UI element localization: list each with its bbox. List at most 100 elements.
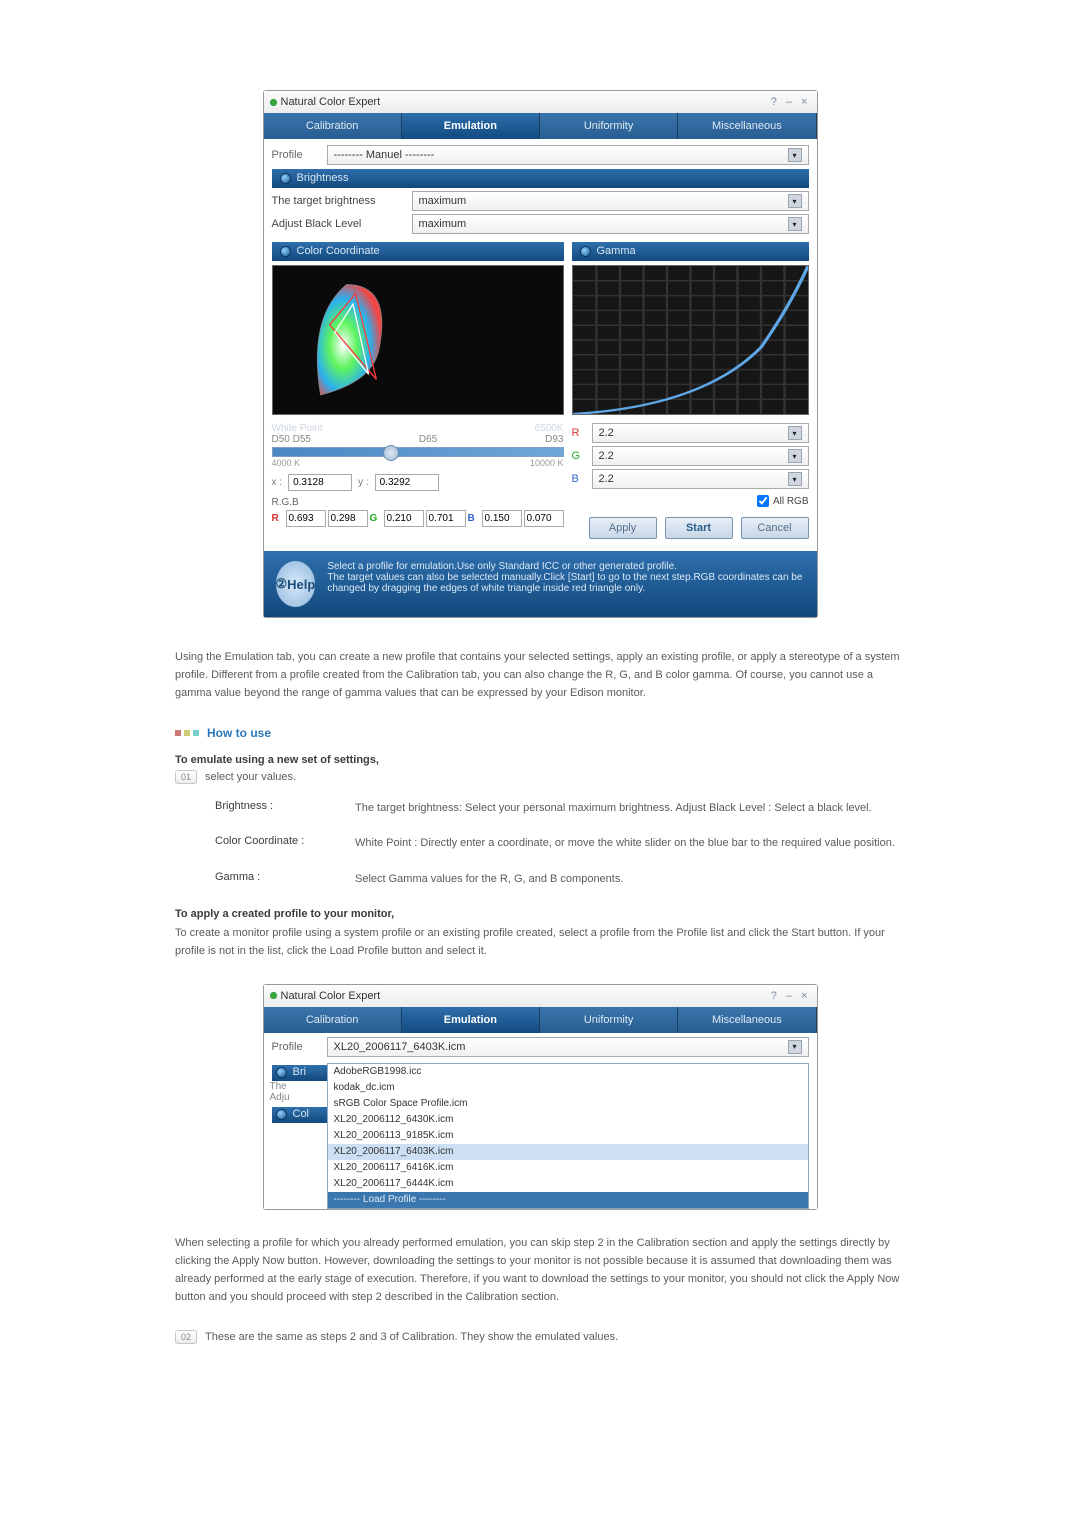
ghost-the: The <box>270 1081 327 1092</box>
b-letter: B <box>468 513 480 524</box>
gamma-b-label: B <box>572 473 586 485</box>
color-coord-header: Color Coordinate <box>297 242 380 261</box>
dd-item-load-profile[interactable]: -------- Load Profile -------- <box>328 1192 808 1208</box>
nce-window-profile-dropdown: Natural Color Expert ? – × Calibration E… <box>263 984 818 1210</box>
r-letter: R <box>272 513 284 524</box>
r-x[interactable] <box>286 510 326 527</box>
r-y[interactable] <box>328 510 368 527</box>
tab-miscellaneous[interactable]: Miscellaneous <box>678 1007 816 1033</box>
slider-thumb[interactable] <box>383 445 399 461</box>
def-desc-color: White Point : Directly enter a coordinat… <box>355 835 905 852</box>
main-tabs: Calibration Emulation Uniformity Miscell… <box>264 1007 817 1033</box>
gamma-g-label: G <box>572 450 586 462</box>
profile-select[interactable]: XL20_2006117_6403K.icm ▾ <box>327 1037 809 1057</box>
white-point-slider[interactable] <box>272 447 564 457</box>
scale-d50-d55: D50 D55 <box>272 434 311 445</box>
chevron-down-icon: ▾ <box>788 449 802 463</box>
gamma-g-select[interactable]: 2.2 ▾ <box>592 446 809 466</box>
section-color-coordinate: Color Coordinate <box>272 242 564 261</box>
chevron-down-icon: ▾ <box>788 472 802 486</box>
gamma-g-value: 2.2 <box>599 450 614 462</box>
section-color-ghost: Col <box>272 1107 327 1123</box>
dd-item[interactable]: kodak_dc.icm <box>328 1080 808 1096</box>
gamma-b-value: 2.2 <box>599 473 614 485</box>
chevron-down-icon: ▾ <box>788 217 802 231</box>
main-tabs: Calibration Emulation Uniformity Miscell… <box>264 113 817 139</box>
def-desc-brightness: The target brightness: Select your perso… <box>355 800 905 817</box>
section-gamma: Gamma <box>572 242 809 261</box>
ghost-col: Col <box>293 1105 310 1124</box>
g-y[interactable] <box>426 510 466 527</box>
section-brightness: Brightness <box>272 169 809 188</box>
ghost-adj: Adju <box>270 1092 327 1103</box>
x-input[interactable] <box>288 474 352 491</box>
gamma-r-label: R <box>572 427 586 439</box>
window-titlebar: Natural Color Expert ? – × <box>264 985 817 1007</box>
nce-window-emulation: Natural Color Expert ? – × Calibration E… <box>263 90 818 618</box>
all-rgb-checkbox[interactable] <box>757 495 769 507</box>
dd-item[interactable]: XL20_2006113_9185K.icm <box>328 1128 808 1144</box>
tab-uniformity[interactable]: Uniformity <box>540 1007 678 1033</box>
step-badge-02: 02 <box>175 1330 197 1344</box>
b-x[interactable] <box>482 510 522 527</box>
section-brightness-ghost: Bri <box>272 1065 327 1081</box>
profile-value: XL20_2006117_6403K.icm <box>334 1041 466 1053</box>
g-x[interactable] <box>384 510 424 527</box>
gamma-b-select[interactable]: 2.2 ▾ <box>592 469 809 489</box>
black-level-select[interactable]: maximum ▾ <box>412 214 809 234</box>
white-point-label: White Point <box>272 423 323 434</box>
y-input[interactable] <box>375 474 439 491</box>
dd-item[interactable]: sRGB Color Space Profile.icm <box>328 1096 808 1112</box>
dd-item[interactable]: AdobeRGB1998.icc <box>328 1064 808 1080</box>
tab-emulation[interactable]: Emulation <box>402 1007 540 1033</box>
window-controls[interactable]: ? – × <box>771 990 811 1002</box>
dd-item[interactable]: XL20_2006117_6444K.icm <box>328 1176 808 1192</box>
tab-emulation[interactable]: Emulation <box>402 113 540 139</box>
profile-dropdown-list[interactable]: AdobeRGB1998.icc kodak_dc.icm sRGB Color… <box>327 1063 809 1209</box>
cancel-button[interactable]: Cancel <box>741 517 809 539</box>
profile-value: -------- Manuel -------- <box>334 149 435 161</box>
apply-profile-paragraph: To create a monitor profile using a syst… <box>175 924 905 960</box>
tab-miscellaneous[interactable]: Miscellaneous <box>678 113 816 139</box>
def-desc-gamma: Select Gamma values for the R, G, and B … <box>355 871 905 888</box>
step-badge-01: 01 <box>175 770 197 784</box>
bullet-icon <box>280 173 291 184</box>
y-label: y : <box>358 477 369 488</box>
window-controls[interactable]: ? – × <box>771 96 811 108</box>
start-button[interactable]: Start <box>665 517 733 539</box>
apply-profile-heading: To apply a created profile to your monit… <box>175 908 905 920</box>
rgb-section-label: R.G.B <box>272 497 564 508</box>
emulate-new-heading: To emulate using a new set of settings, <box>175 754 905 766</box>
tab-uniformity[interactable]: Uniformity <box>540 113 678 139</box>
chevron-down-icon: ▾ <box>788 148 802 162</box>
tab-calibration[interactable]: Calibration <box>264 1007 402 1033</box>
dd-item[interactable]: XL20_2006117_6416K.icm <box>328 1160 808 1176</box>
gamma-r-select[interactable]: 2.2▾ <box>592 423 809 443</box>
apply-button[interactable]: Apply <box>589 517 657 539</box>
help-text: Select a profile for emulation.Use only … <box>327 561 804 594</box>
profile-label: Profile <box>272 149 327 161</box>
scale-d93: D93 <box>545 434 563 445</box>
slider-max: 10000 K <box>530 458 564 468</box>
x-label: x : <box>272 477 283 488</box>
cie-gamut-chart[interactable] <box>272 265 564 415</box>
gamma-header: Gamma <box>597 242 636 261</box>
dd-item[interactable]: XL20_2006112_6430K.icm <box>328 1112 808 1128</box>
target-brightness-select[interactable]: maximum ▾ <box>412 191 809 211</box>
tab-calibration[interactable]: Calibration <box>264 113 402 139</box>
intro-paragraph: Using the Emulation tab, you can create … <box>175 648 905 702</box>
chevron-down-icon: ▾ <box>788 426 802 440</box>
target-brightness-value: maximum <box>419 195 467 207</box>
black-level-value: maximum <box>419 218 467 230</box>
black-level-label: Adjust Black Level <box>272 218 412 230</box>
help-label: Help <box>287 577 315 592</box>
profile-select[interactable]: -------- Manuel -------- ▾ <box>327 145 809 165</box>
chevron-down-icon: ▾ <box>788 194 802 208</box>
profile-label: Profile <box>272 1041 327 1053</box>
b-y[interactable] <box>524 510 564 527</box>
chevron-down-icon: ▾ <box>788 1040 802 1054</box>
bullet-icon <box>280 246 291 257</box>
bullet-icon <box>276 1109 287 1120</box>
dd-item-selected[interactable]: XL20_2006117_6403K.icm <box>328 1144 808 1160</box>
help-panel: ② Help Select a profile for emulation.Us… <box>264 551 817 617</box>
